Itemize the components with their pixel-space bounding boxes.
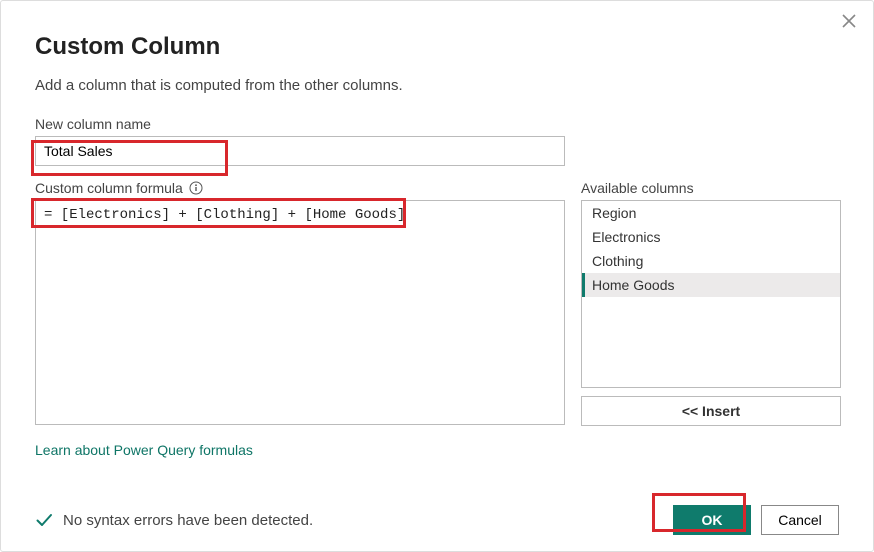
button-row: OK Cancel: [673, 505, 839, 535]
available-columns-label: Available columns: [581, 180, 841, 196]
close-icon[interactable]: [841, 13, 857, 29]
formula-input[interactable]: [35, 200, 565, 425]
status-row: No syntax errors have been detected.: [35, 511, 313, 529]
status-message: No syntax errors have been detected.: [63, 512, 313, 529]
formula-label-text: Custom column formula: [35, 180, 183, 196]
available-column-item[interactable]: Electronics: [582, 225, 840, 249]
formula-label: Custom column formula: [35, 180, 565, 196]
learn-link[interactable]: Learn about Power Query formulas: [35, 442, 253, 458]
new-column-name-label: New column name: [35, 116, 839, 132]
custom-column-dialog: Custom Column Add a column that is compu…: [0, 0, 874, 552]
new-column-name-input[interactable]: [35, 136, 565, 166]
dialog-footer: No syntax errors have been detected. OK …: [35, 505, 839, 535]
check-icon: [35, 511, 53, 529]
new-column-name-field: New column name: [35, 116, 839, 166]
dialog-title: Custom Column: [35, 33, 839, 61]
cancel-button[interactable]: Cancel: [761, 505, 839, 535]
available-column-item[interactable]: Clothing: [582, 249, 840, 273]
available-column-item[interactable]: Region: [582, 201, 840, 225]
info-icon[interactable]: [189, 181, 203, 195]
dialog-content: Custom Column Add a column that is compu…: [1, 1, 873, 458]
insert-button[interactable]: << Insert: [581, 396, 841, 426]
available-columns-list[interactable]: Region Electronics Clothing Home Goods: [581, 200, 841, 388]
available-column-item[interactable]: Home Goods: [582, 273, 840, 297]
ok-button[interactable]: OK: [673, 505, 751, 535]
dialog-subtitle: Add a column that is computed from the o…: [35, 77, 839, 94]
